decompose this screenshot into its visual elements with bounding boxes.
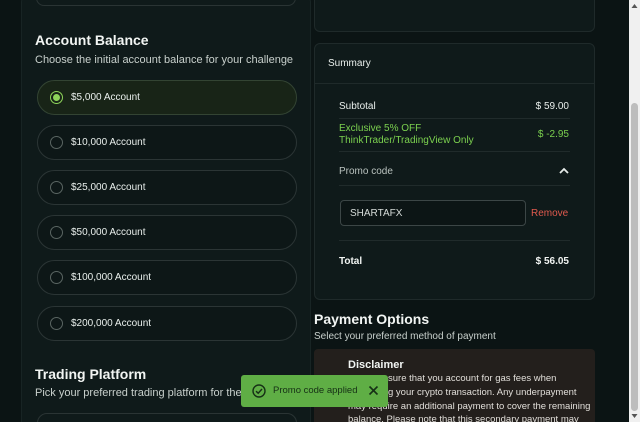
account-option-label: $25,000 Account bbox=[71, 182, 146, 193]
trading-option-partial[interactable] bbox=[36, 0, 296, 6]
discount-label-line2: ThinkTrader/TradingView Only bbox=[339, 135, 474, 146]
discount-label-line1: Exclusive 5% OFF bbox=[339, 123, 422, 134]
disclaimer-line: sure that you account for gas fees when bbox=[388, 373, 557, 384]
total-label: Total bbox=[339, 256, 363, 267]
divider bbox=[339, 118, 570, 119]
account-option-25000[interactable]: $25,000 Account bbox=[37, 170, 297, 205]
account-option-10000[interactable]: $10,000 Account bbox=[37, 125, 297, 160]
subtotal-value: $ 59.00 bbox=[535, 101, 569, 112]
promo-code-label: Promo code bbox=[339, 166, 393, 177]
account-option-label: $50,000 Account bbox=[71, 227, 146, 238]
toast-message: Promo code applied bbox=[273, 385, 358, 396]
payment-options-subtitle: Select your preferred method of payment bbox=[314, 331, 496, 342]
disclaimer-line: g your crypto transaction. Any underpaym… bbox=[388, 387, 577, 398]
disclaimer-title: Disclaimer bbox=[348, 359, 404, 371]
subtotal-label: Subtotal bbox=[339, 101, 376, 112]
account-balance-subtitle: Choose the initial account balance for y… bbox=[35, 54, 294, 66]
radio-icon[interactable] bbox=[50, 136, 63, 149]
divider bbox=[339, 240, 570, 241]
trading-option-partial-bottom[interactable] bbox=[37, 413, 297, 422]
account-option-200000[interactable]: $200,000 Account bbox=[37, 306, 297, 341]
radio-icon[interactable] bbox=[50, 181, 63, 194]
divider bbox=[339, 151, 570, 152]
check-circle-icon bbox=[252, 384, 266, 398]
payment-options-title: Payment Options bbox=[314, 311, 430, 327]
account-option-label: $5,000 Account bbox=[71, 92, 140, 103]
scrollbar-thumb[interactable] bbox=[631, 103, 638, 411]
account-option-label: $100,000 Account bbox=[71, 272, 152, 283]
total-value: $ 56.05 bbox=[535, 256, 569, 267]
account-option-50000[interactable]: $50,000 Account bbox=[37, 215, 297, 250]
scroll-down-icon[interactable] bbox=[631, 413, 638, 419]
radio-selected-icon[interactable] bbox=[50, 91, 63, 104]
account-option-100000[interactable]: $100,000 Account bbox=[37, 260, 297, 295]
chevron-up-icon[interactable] bbox=[558, 166, 570, 176]
scroll-up-icon[interactable] bbox=[631, 3, 638, 9]
discount-value: $ -2.95 bbox=[537, 129, 569, 140]
account-option-label: $200,000 Account bbox=[71, 318, 152, 329]
radio-icon[interactable] bbox=[50, 317, 63, 330]
account-option-5000[interactable]: $5,000 Account bbox=[37, 80, 297, 115]
disclaimer-line: balance. Please note that this secondary… bbox=[348, 414, 579, 422]
right-top-panel bbox=[314, 0, 595, 32]
trading-platform-subtitle: Pick your preferred trading platform for… bbox=[35, 387, 257, 399]
summary-panel: Summary Subtotal $ 59.00 Exclusive 5% OF… bbox=[314, 43, 595, 300]
divider bbox=[339, 185, 570, 186]
remove-promo-button[interactable]: Remove bbox=[531, 208, 568, 219]
radio-icon[interactable] bbox=[50, 226, 63, 239]
summary-title: Summary bbox=[315, 44, 594, 84]
toast-notification: Promo code applied bbox=[241, 375, 388, 407]
promo-code-input[interactable] bbox=[340, 200, 526, 226]
close-icon[interactable] bbox=[368, 385, 379, 396]
trading-platform-title: Trading Platform bbox=[35, 366, 147, 382]
account-balance-title: Account Balance bbox=[35, 32, 149, 48]
account-option-label: $10,000 Account bbox=[71, 137, 146, 148]
radio-icon[interactable] bbox=[50, 271, 63, 284]
